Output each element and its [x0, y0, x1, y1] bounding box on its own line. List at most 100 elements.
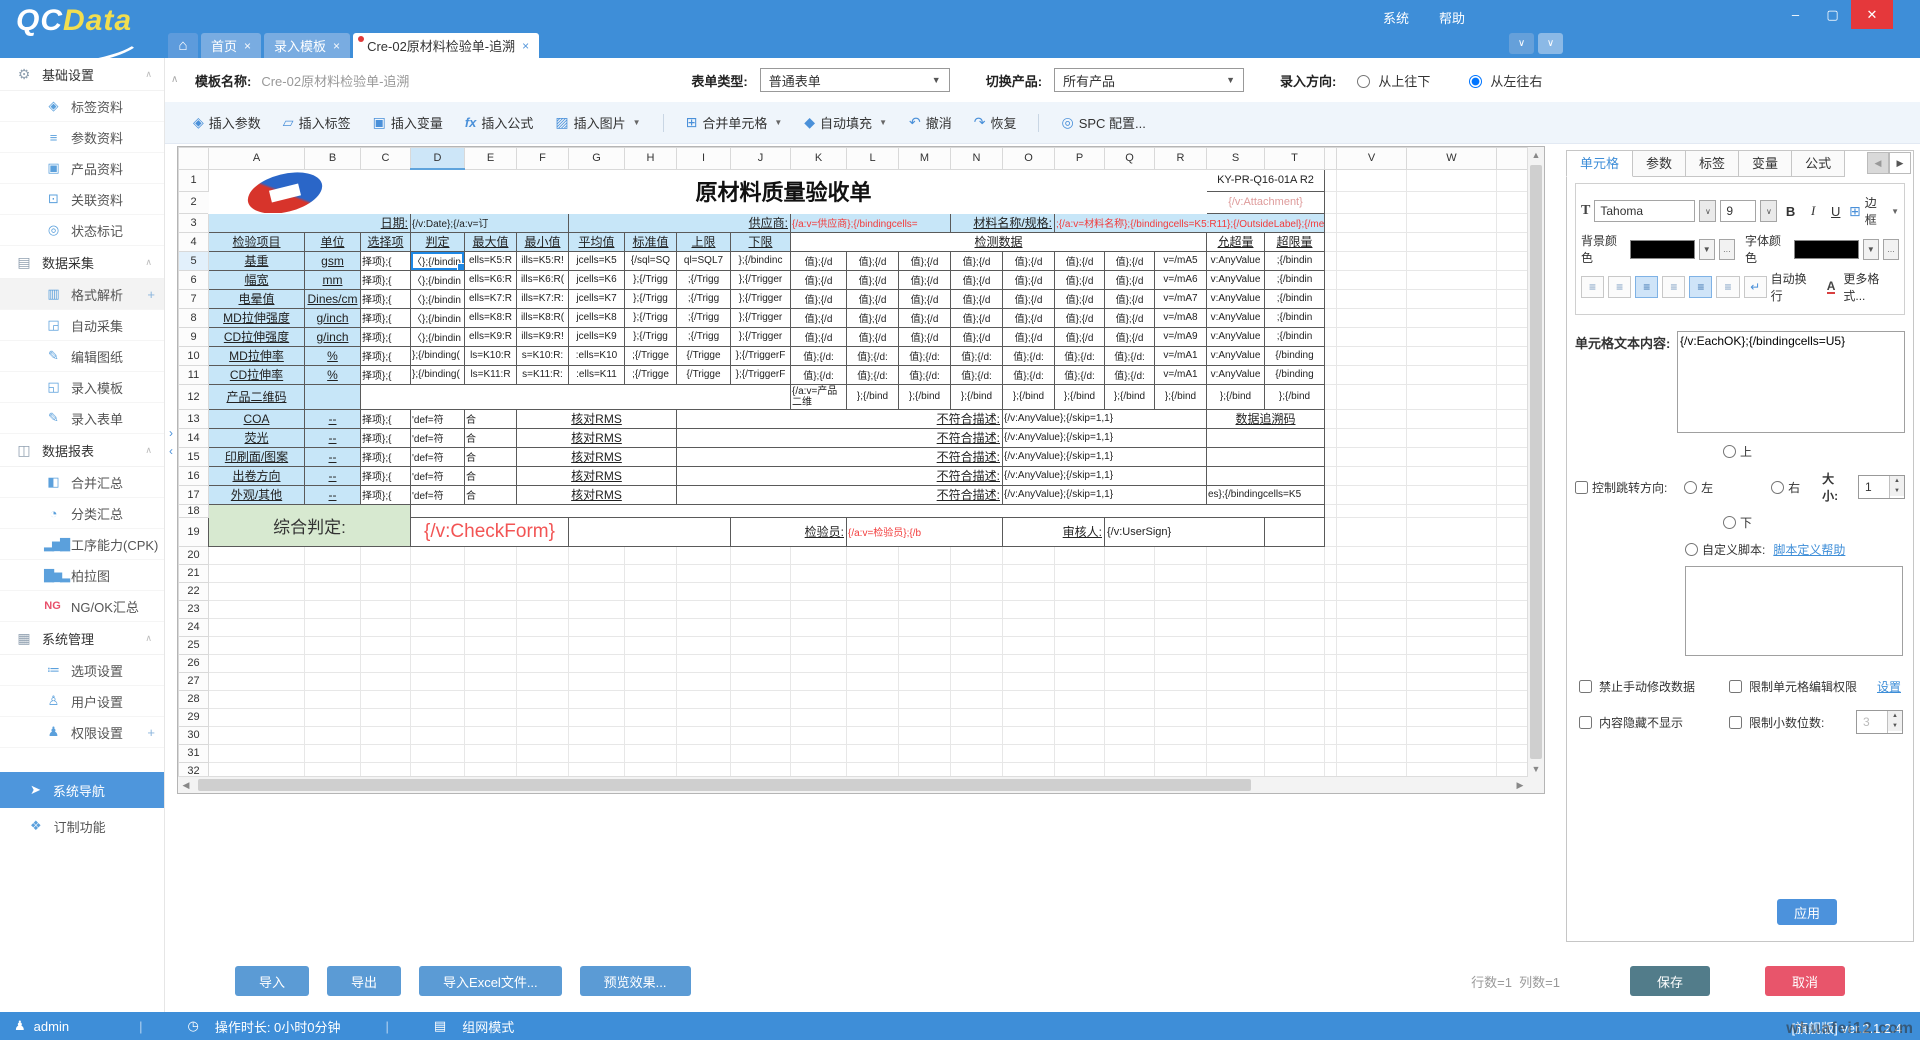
- sheet-cell[interactable]: [569, 618, 625, 636]
- sheet-cell[interactable]: --: [305, 447, 361, 466]
- footer-button-导入Excel文件...[interactable]: 导入Excel文件...: [419, 966, 562, 996]
- sheet-cell[interactable]: 不符合描述:: [677, 447, 1003, 466]
- sheet-cell[interactable]: [1407, 582, 1497, 600]
- sheet-cell[interactable]: [1055, 600, 1105, 618]
- checkbox-icon[interactable]: [1579, 716, 1592, 729]
- sheet-cell[interactable]: [731, 600, 791, 618]
- sheet-cell[interactable]: };{/bind: [1003, 384, 1055, 409]
- sheet-cell[interactable]: {/v:Attachment}: [1207, 191, 1325, 213]
- sheet-cell[interactable]: [791, 618, 847, 636]
- sheet-cell[interactable]: [1105, 708, 1155, 726]
- row-header-29[interactable]: 29: [179, 708, 209, 726]
- sheet-cell[interactable]: [1207, 726, 1265, 744]
- sheet-cell[interactable]: [305, 600, 361, 618]
- sheet-cell[interactable]: [569, 708, 625, 726]
- sheet-cell[interactable]: [1497, 485, 1528, 504]
- sheet-cell[interactable]: [1497, 270, 1528, 289]
- sheet-cell[interactable]: [847, 672, 899, 690]
- sheet-cell[interactable]: 值};{/d: [1105, 327, 1155, 346]
- sheet-cell[interactable]: [1325, 428, 1337, 447]
- sheet-cell[interactable]: };{/bind: [847, 384, 899, 409]
- row-header-2[interactable]: 2: [179, 191, 209, 213]
- horizontal-scroll-thumb[interactable]: [198, 779, 1251, 791]
- sheet-cell[interactable]: [517, 546, 569, 564]
- sheet-cell[interactable]: :ells=K10: [569, 346, 625, 365]
- toolbar-button-插入参数[interactable]: ◈插入参数: [193, 113, 261, 132]
- sheet-cell[interactable]: [1003, 636, 1055, 654]
- sheet-cell[interactable]: 核对RMS: [517, 485, 677, 504]
- sheet-cell[interactable]: [1407, 346, 1497, 365]
- close-tab-icon[interactable]: ×: [522, 39, 529, 53]
- sheet-cell[interactable]: [1105, 762, 1155, 777]
- sheet-cell[interactable]: [677, 564, 731, 582]
- sheet-cell[interactable]: ells=K5:R: [465, 251, 517, 270]
- sheet-cell[interactable]: [1207, 618, 1265, 636]
- tab-Cre-02原材料检验单-追溯[interactable]: Cre-02原材料检验单-追溯×: [353, 33, 539, 58]
- sheet-cell[interactable]: [569, 636, 625, 654]
- sheet-cell[interactable]: 择项};{: [361, 327, 411, 346]
- border-icon[interactable]: ⊞: [1849, 203, 1861, 220]
- radio-icon[interactable]: [1723, 445, 1736, 458]
- sheet-cell[interactable]: [361, 384, 791, 409]
- sheet-cell[interactable]: 审核人:: [1003, 517, 1105, 546]
- sheet-cell[interactable]: [951, 708, 1003, 726]
- column-header-N[interactable]: N: [951, 148, 1003, 170]
- sheet-cell[interactable]: 择项};{: [361, 409, 411, 428]
- font-color-swatch[interactable]: [1794, 240, 1858, 259]
- sheet-cell[interactable]: [1325, 232, 1337, 251]
- sheet-cell[interactable]: 合: [465, 428, 517, 447]
- toolbar-button-插入标签[interactable]: ▱插入标签: [283, 113, 351, 132]
- sheet-cell[interactable]: v=/mA7: [1155, 289, 1207, 308]
- sheet-cell[interactable]: [1055, 672, 1105, 690]
- sheet-cell[interactable]: [625, 690, 677, 708]
- sheet-cell[interactable]: };{/Trigg: [625, 308, 677, 327]
- sheet-cell[interactable]: [899, 690, 951, 708]
- chevron-down-icon[interactable]: ▼: [633, 118, 641, 127]
- sheet-cell[interactable]: };{/TriggerF: [731, 346, 791, 365]
- sheet-cell[interactable]: [411, 600, 465, 618]
- sheet-cell[interactable]: 平均值: [569, 232, 625, 251]
- sheet-cell[interactable]: 值};{/d: [1055, 327, 1105, 346]
- sheet-cell[interactable]: [1155, 582, 1207, 600]
- spinner-down-icon[interactable]: ▼: [1888, 721, 1902, 731]
- sheet-cell[interactable]: ills=K6:R(: [517, 270, 569, 289]
- sheet-cell[interactable]: [951, 546, 1003, 564]
- sheet-cell[interactable]: [791, 708, 847, 726]
- sheet-cell[interactable]: 基重: [209, 251, 305, 270]
- row-header-20[interactable]: 20: [179, 546, 209, 564]
- sheet-cell[interactable]: [465, 708, 517, 726]
- sheet-cell[interactable]: 外观/其他: [209, 485, 305, 504]
- sheet-cell[interactable]: [1207, 564, 1265, 582]
- sheet-cell[interactable]: [361, 654, 411, 672]
- sheet-cell[interactable]: [1337, 744, 1407, 762]
- sheet-cell[interactable]: [731, 564, 791, 582]
- sheet-cell[interactable]: [847, 654, 899, 672]
- sheet-cell[interactable]: 值};{/d: [899, 327, 951, 346]
- sheet-cell[interactable]: 值};{/d:: [1003, 346, 1055, 365]
- sheet-cell[interactable]: 值};{/d:: [899, 346, 951, 365]
- sheet-cell[interactable]: {/a:v=供应商};{/bindingcells=: [791, 213, 951, 232]
- sheet-cell[interactable]: ;{/Trigg: [677, 327, 731, 346]
- sheet-cell[interactable]: [791, 546, 847, 564]
- sheet-cell[interactable]: [791, 654, 847, 672]
- row-header-12[interactable]: 12: [179, 384, 209, 409]
- footer-button-预览效果...[interactable]: 预览效果...: [580, 966, 691, 996]
- checkbox-icon[interactable]: [1729, 716, 1742, 729]
- sheet-cell[interactable]: [1207, 636, 1265, 654]
- sheet-cell[interactable]: 值};{/d: [1003, 289, 1055, 308]
- sheet-cell[interactable]: [465, 672, 517, 690]
- sheet-cell[interactable]: [1105, 618, 1155, 636]
- sheet-cell[interactable]: 〈};{/bindin: [411, 308, 465, 327]
- sheet-cell[interactable]: };{/Trigger: [731, 327, 791, 346]
- sheet-cell[interactable]: [1407, 447, 1497, 466]
- sheet-cell[interactable]: [951, 636, 1003, 654]
- column-header-I[interactable]: I: [677, 148, 731, 170]
- sheet-cell[interactable]: %: [305, 365, 361, 384]
- sheet-cell[interactable]: [677, 672, 731, 690]
- sheet-cell[interactable]: [305, 582, 361, 600]
- chevron-down-icon[interactable]: ▼: [879, 118, 887, 127]
- row-header-7[interactable]: 7: [179, 289, 209, 308]
- sheet-cell[interactable]: };{/Trigg: [625, 327, 677, 346]
- sheet-cell[interactable]: 值};{/d: [1105, 289, 1155, 308]
- sheet-cell[interactable]: [569, 546, 625, 564]
